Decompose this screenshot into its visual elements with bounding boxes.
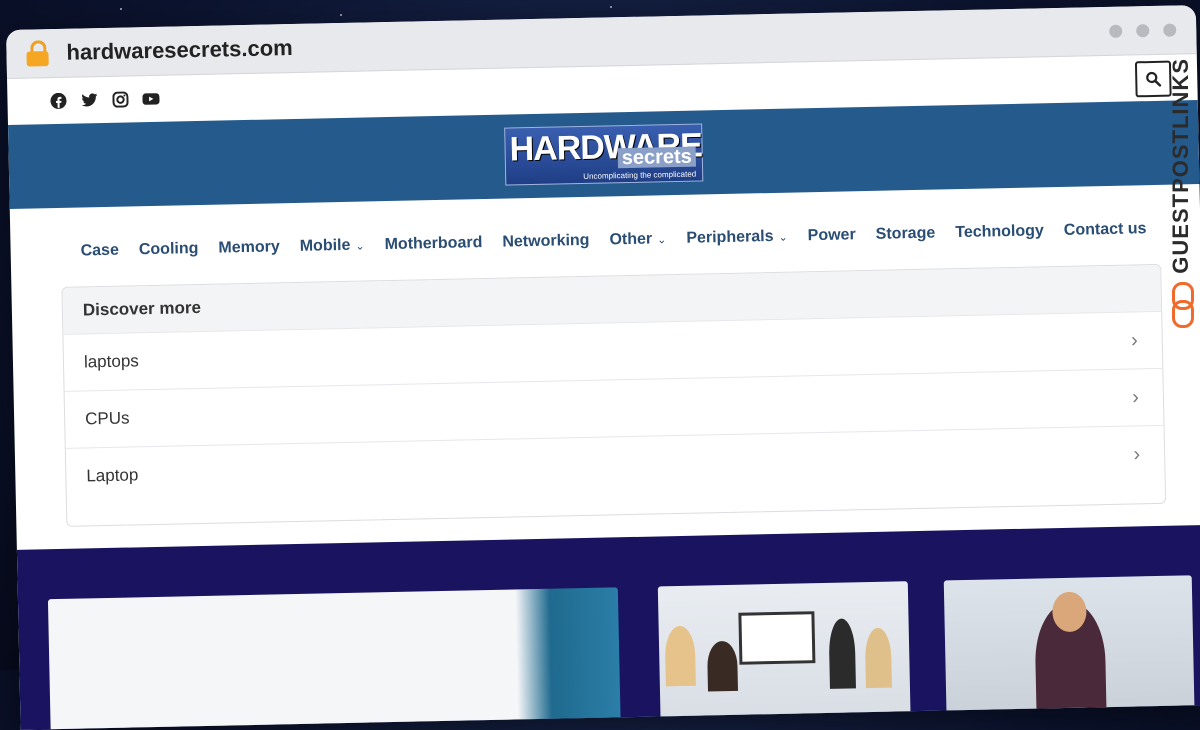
lock-icon [26, 40, 49, 67]
facebook-icon[interactable] [49, 92, 66, 109]
window-dot[interactable] [1109, 24, 1123, 38]
nav-item-other[interactable]: Other ⌄ [609, 230, 666, 249]
search-icon [1146, 71, 1162, 87]
guestpostlinks-watermark: GUESTPOSTLINKS [1166, 58, 1196, 358]
chevron-down-icon: ⌄ [778, 231, 788, 244]
browser-window: hardwaresecrets.com HARDWARE secrets Unc… [6, 5, 1200, 730]
featured-card-image[interactable] [657, 581, 911, 727]
nav-item-contact-us[interactable]: Contact us [1064, 220, 1147, 240]
nav-item-networking[interactable]: Networking [502, 232, 589, 252]
nav-item-motherboard[interactable]: Motherboard [384, 234, 482, 254]
logo-tagline: Uncomplicating the complicated [583, 169, 697, 181]
discover-more-box: Discover more laptops › CPUs › Laptop › [61, 263, 1167, 527]
nav-item-power[interactable]: Power [808, 226, 856, 245]
youtube-icon[interactable] [142, 90, 160, 107]
nav-item-case[interactable]: Case [80, 242, 119, 261]
logo-secondary-text: secrets [617, 146, 697, 169]
monitor-graphic [738, 611, 816, 665]
twitter-icon[interactable] [80, 92, 97, 109]
nav-item-peripherals[interactable]: Peripherals ⌄ [686, 228, 788, 248]
nav-item-cooling[interactable]: Cooling [139, 240, 199, 259]
nav-item-storage[interactable]: Storage [876, 225, 936, 244]
chevron-right-icon: › [1133, 442, 1141, 465]
nav-item-technology[interactable]: Technology [955, 222, 1044, 242]
url-text[interactable]: hardwaresecrets.com [66, 35, 293, 66]
nav-item-mobile[interactable]: Mobile ⌄ [300, 237, 365, 256]
chevron-right-icon: › [1132, 385, 1140, 408]
chevron-down-icon: ⌄ [657, 233, 667, 246]
window-dot[interactable] [1136, 23, 1150, 37]
site-logo[interactable]: HARDWARE secrets Uncomplicating the comp… [504, 123, 704, 186]
nav-item-memory[interactable]: Memory [218, 238, 280, 257]
featured-card-image[interactable] [47, 587, 621, 730]
window-controls [1109, 22, 1177, 38]
link-icon [1170, 281, 1194, 328]
featured-card-image[interactable] [943, 575, 1195, 721]
window-dot[interactable] [1163, 22, 1177, 37]
instagram-icon[interactable] [111, 91, 129, 108]
chevron-right-icon: › [1130, 328, 1138, 352]
chevron-down-icon: ⌄ [355, 240, 365, 253]
